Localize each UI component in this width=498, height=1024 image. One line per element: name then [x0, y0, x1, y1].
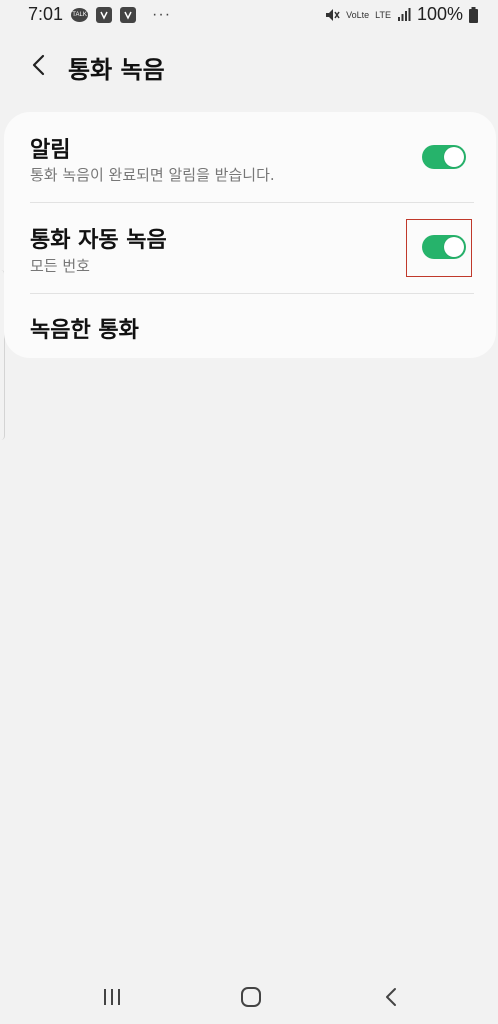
recent-apps-button[interactable]: [97, 982, 127, 1012]
setting-auto-record-title: 통화 자동 녹음: [30, 228, 167, 253]
notification-toggle[interactable]: [422, 145, 466, 169]
setting-recorded-calls[interactable]: 녹음한 통화: [4, 294, 496, 358]
lte-label: LTE: [375, 9, 391, 20]
setting-recorded-calls-title: 녹음한 통화: [30, 318, 139, 343]
status-right: VoLte LTE 100%: [324, 4, 478, 25]
battery-percent: 100%: [416, 4, 463, 24]
volte-label: VoLte: [346, 9, 370, 20]
setting-notification-subtitle: 통화 녹음이 완료되면 알림을 받습니다.: [30, 166, 275, 184]
naver-icon: [96, 6, 113, 23]
home-icon: [241, 987, 261, 1007]
naver-icon: [120, 6, 137, 23]
setting-notification[interactable]: 알림 통화 녹음이 완료되면 알림을 받습니다.: [4, 112, 496, 202]
talk-icon: TALK: [71, 7, 89, 22]
back-icon: [386, 988, 396, 1006]
status-bar: 7:01 TALK ··· VoLte LTE 100%: [0, 0, 498, 32]
setting-auto-record-subtitle: 모든 번호: [30, 257, 90, 275]
page-title: 통화 녹음: [68, 56, 165, 84]
signal-icon: [397, 7, 411, 21]
home-button[interactable]: [236, 982, 266, 1012]
toggle-thumb: [444, 147, 464, 167]
talk-label: TALK: [72, 11, 87, 18]
battery-icon: [469, 6, 478, 23]
status-left: 7:01 TALK ···: [28, 4, 171, 25]
header: 통화 녹음: [0, 40, 498, 90]
nav-bar: [0, 970, 498, 1024]
status-time: 7:01: [28, 4, 64, 24]
nav-back-button[interactable]: [376, 982, 406, 1012]
highlight-box: [406, 219, 472, 277]
recent-apps-icon: [104, 989, 120, 1005]
mute-icon: [326, 8, 340, 21]
setting-notification-title: 알림: [30, 138, 71, 163]
more-notifications-icon: ···: [152, 5, 172, 23]
back-button[interactable]: [24, 50, 54, 80]
chevron-left-icon: [32, 54, 45, 76]
